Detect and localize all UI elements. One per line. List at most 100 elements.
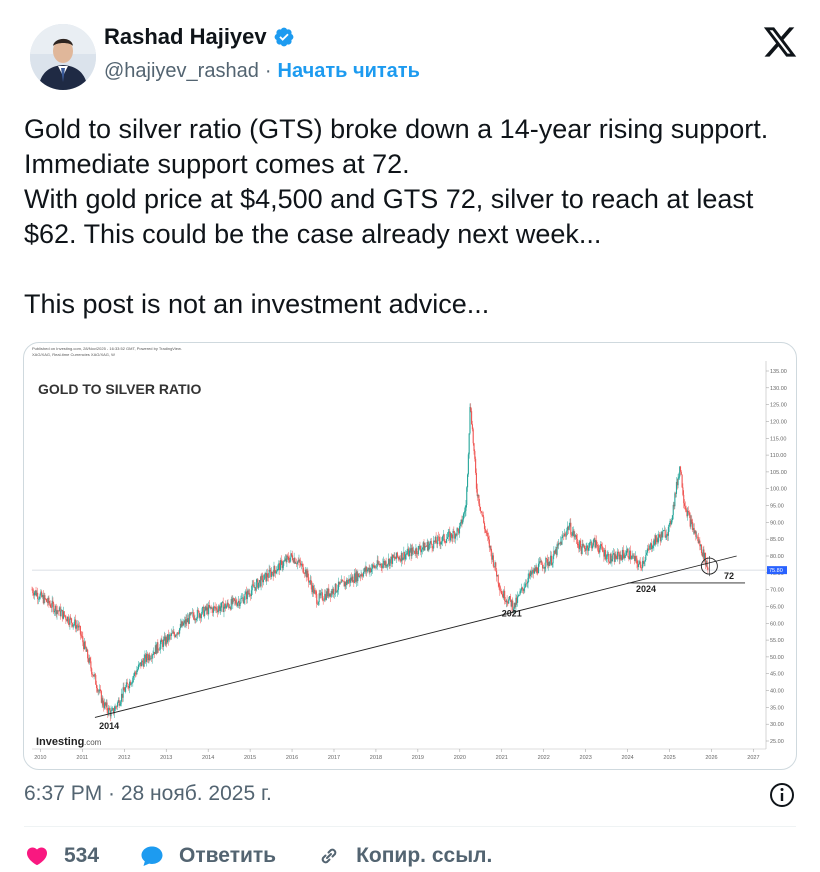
candle-body	[416, 548, 418, 554]
copy-link-button[interactable]: Копир. ссыл.	[316, 844, 492, 868]
candle-body	[545, 557, 547, 567]
candle-body	[337, 589, 339, 592]
candle-body	[601, 546, 603, 551]
x-tick-label: 2014	[202, 755, 214, 761]
follow-button[interactable]: Начать читать	[278, 60, 420, 83]
candle-body	[249, 593, 251, 596]
candle-body	[204, 610, 206, 617]
candle-body	[413, 550, 415, 554]
candle-body	[624, 556, 626, 558]
candle-body	[201, 608, 203, 615]
x-tick-label: 2015	[244, 755, 256, 761]
candle-body	[251, 584, 253, 591]
avatar[interactable]	[30, 24, 96, 90]
investing-watermark: Investing .com	[36, 736, 102, 748]
candle-body	[500, 590, 502, 595]
candle-body	[178, 633, 180, 635]
candle-body	[250, 590, 252, 597]
chart-image[interactable]: Published on Investing.com, 28/Nov/2025 …	[23, 342, 797, 770]
tweet-timestamp[interactable]: 6:37 PM · 28 нояб. 2025 г.	[24, 782, 272, 806]
candle-body	[70, 617, 72, 619]
candle-body	[382, 563, 384, 568]
y-tick-label: 95.00	[770, 504, 784, 510]
candle-body	[498, 583, 500, 587]
candle-body	[106, 702, 108, 711]
candle-body	[195, 618, 198, 621]
candle-body	[605, 559, 607, 560]
candle-body	[307, 570, 309, 578]
candle-body	[225, 606, 227, 609]
candle-body	[592, 539, 594, 546]
candle-body	[308, 581, 311, 583]
candle-body	[168, 634, 170, 641]
candle-body	[574, 536, 576, 538]
candle-body	[235, 600, 237, 604]
candle-body	[87, 649, 89, 659]
candle-body	[700, 544, 703, 554]
candle-body	[643, 561, 645, 564]
candle-body	[336, 591, 338, 593]
candle-body	[470, 407, 472, 412]
candle-body	[645, 554, 647, 560]
timestamp-text[interactable]: 6:37 PM · 28 нояб. 2025 г.	[24, 782, 272, 806]
candle-body	[277, 565, 279, 571]
candle-body	[70, 618, 73, 623]
candle-body	[146, 653, 148, 659]
candle-body	[495, 562, 497, 571]
candle-body	[255, 582, 257, 591]
candle-body	[695, 530, 697, 537]
candle-body	[579, 540, 582, 548]
author-handle[interactable]: @hajiyev_rashad	[104, 60, 259, 83]
author-name-row: Rashad Hajiyev	[104, 24, 295, 50]
candle-body	[162, 639, 165, 647]
candle-body	[437, 536, 439, 545]
candle-body	[220, 602, 223, 608]
x-logo-icon[interactable]	[762, 24, 798, 60]
candle-body	[506, 600, 508, 603]
y-tick-label: 125.00	[770, 403, 787, 409]
like-button[interactable]: 534	[24, 844, 99, 868]
candle-body	[646, 548, 648, 553]
candle-body	[517, 596, 519, 603]
candle-body	[441, 541, 443, 543]
candle-body	[79, 626, 81, 635]
x-tick-label: 2016	[286, 755, 298, 761]
gold-silver-ratio-chart: Published on Investing.com, 28/Nov/2025 …	[31, 346, 787, 761]
candle-body	[649, 545, 651, 550]
action-bar: 534 Ответить Копир. ссыл.	[24, 840, 796, 872]
candle-body	[544, 566, 546, 569]
candle-body	[556, 544, 558, 555]
candle-body	[130, 683, 132, 686]
candle-body	[474, 451, 476, 459]
candle-body	[161, 639, 163, 642]
candle-body	[707, 567, 709, 570]
author-name[interactable]: Rashad Hajiyev	[104, 24, 267, 50]
candle-body	[372, 564, 374, 566]
candle-body	[49, 603, 51, 605]
chart-annotations: 2014 2021 2024 72	[99, 571, 734, 731]
candle-body	[223, 606, 225, 613]
candle-body	[314, 589, 316, 592]
support-lines	[94, 555, 746, 718]
candle-body	[82, 636, 84, 643]
candle-body	[134, 672, 136, 674]
candle-body	[291, 553, 293, 556]
candle-body	[485, 530, 487, 534]
y-tick-label: 25.00	[770, 739, 784, 745]
candle-body	[196, 609, 198, 619]
candle-body	[520, 590, 522, 592]
x-tick-label: 2019	[412, 755, 424, 761]
candle-body	[585, 547, 587, 552]
candle-body	[447, 532, 449, 538]
info-icon[interactable]	[768, 781, 796, 809]
annotation-label: 2014	[99, 721, 119, 731]
verified-badge-icon	[274, 27, 294, 47]
candle-body	[468, 433, 470, 455]
candle-body	[84, 641, 86, 648]
candle-body	[289, 557, 291, 563]
reply-button[interactable]: Ответить	[139, 844, 276, 868]
candle-body	[600, 544, 603, 547]
candle-body	[54, 610, 56, 613]
candle-body	[587, 547, 590, 551]
candle-body	[592, 545, 594, 549]
